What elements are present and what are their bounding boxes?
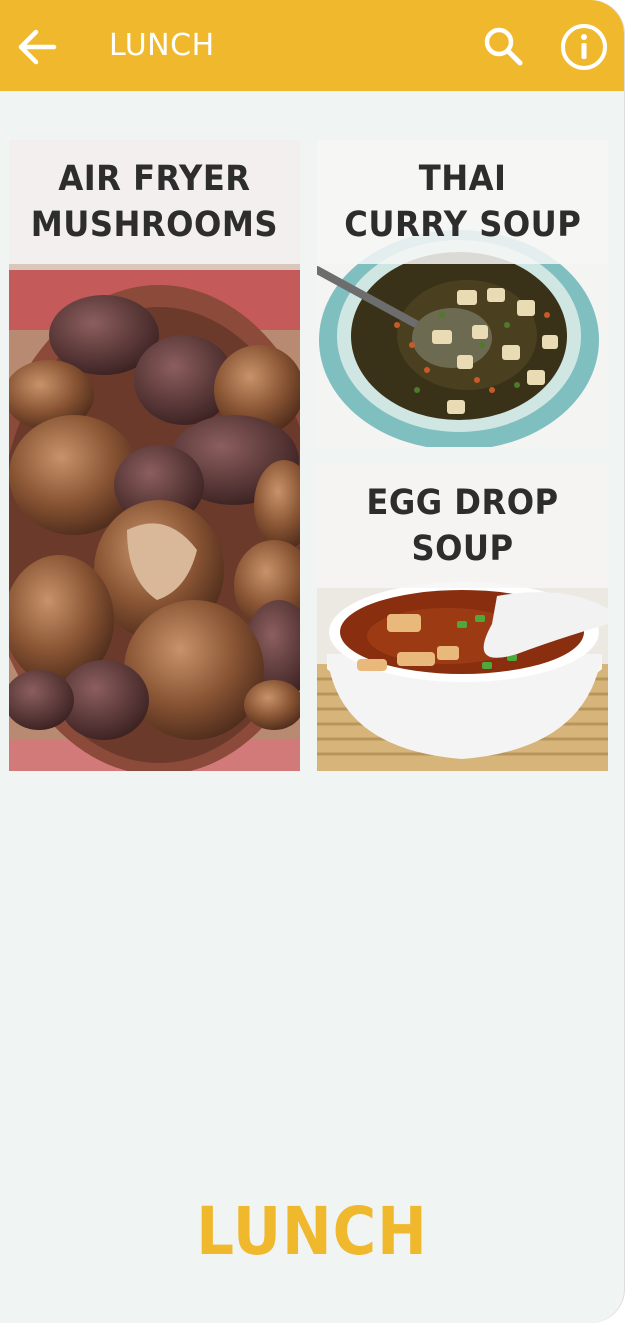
recipe-title-band: AIR FRYER MUSHROOMS (9, 140, 300, 264)
recipe-card-air-fryer-mushrooms[interactable]: AIR FRYER MUSHROOMS (9, 140, 300, 771)
back-button[interactable] (14, 24, 60, 70)
recipe-title-band: EGG DROP SOUP (317, 464, 608, 588)
page-title: LUNCH (109, 28, 215, 63)
search-button[interactable] (480, 24, 526, 70)
recipe-title-line: AIR FRYER (58, 159, 251, 199)
info-icon (561, 24, 607, 70)
app-bar: LUNCH (0, 0, 624, 91)
recipe-card-egg-drop-soup[interactable]: EGG DROP SOUP (317, 464, 608, 771)
recipe-title-line: EGG DROP (366, 483, 559, 523)
recipe-title-line: MUSHROOMS (30, 205, 279, 245)
recipe-title-line: CURRY SOUP (343, 205, 582, 245)
footer-brand-text: LUNCH (196, 1193, 428, 1270)
search-icon (484, 27, 523, 66)
recipe-title-band: THAI CURRY SOUP (317, 140, 608, 264)
arrow-left-icon (18, 29, 57, 65)
recipe-title-line: THAI (418, 159, 507, 199)
recipe-card-thai-curry-soup[interactable]: THAI CURRY SOUP (317, 140, 608, 447)
app-screen: LUNCH AIR FRYER MUSHROOMS THAI CURRY SOU… (0, 0, 624, 1323)
recipe-title-line: SOUP (411, 529, 514, 569)
info-button[interactable] (559, 22, 609, 72)
